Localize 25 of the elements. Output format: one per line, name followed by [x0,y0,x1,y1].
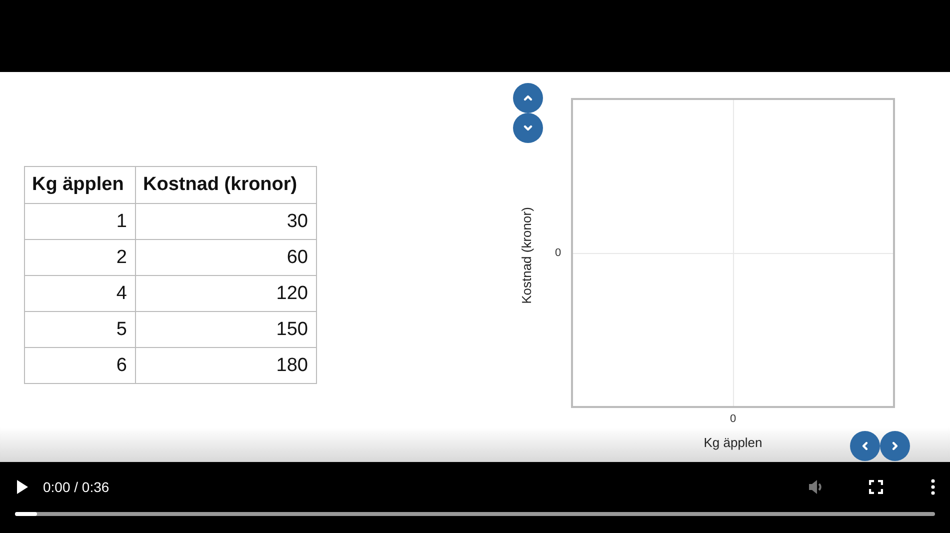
previous-button[interactable] [850,431,880,461]
scroll-up-button[interactable] [513,83,543,113]
more-options-icon[interactable] [931,479,935,495]
table-cell: 2 [24,240,136,276]
table-cell: 30 [136,204,316,240]
table-cell: 1 [24,204,136,240]
play-button[interactable] [15,479,29,495]
progress-bar[interactable] [15,512,935,516]
table-cell: 5 [24,312,136,348]
fullscreen-icon[interactable] [869,480,883,494]
column-header: Kostnad (kronor) [136,166,316,204]
table-cell: 60 [136,240,316,276]
time-display: 0:00 / 0:36 [43,479,110,495]
x-tick-label: 0 [730,413,736,425]
table-cell: 180 [136,348,316,384]
table-cell: 6 [24,348,136,384]
table-cell: 4 [24,276,136,312]
table-cell: 150 [136,312,316,348]
y-axis-label: Kostnad (kronor) [518,206,534,304]
next-button[interactable] [880,431,910,461]
table-cell: 120 [136,276,316,312]
scroll-down-button[interactable] [513,113,543,143]
x-axis-label: Kg äpplen [704,434,762,450]
y-tick-label: 0 [555,247,562,259]
column-header: Kg äpplen [24,166,136,204]
